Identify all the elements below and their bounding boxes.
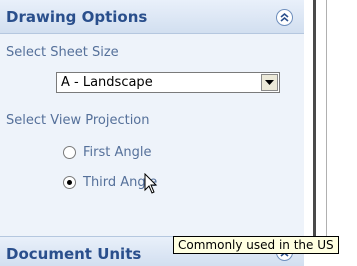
dropdown-icon[interactable] [261, 74, 278, 91]
units-panel-title: Document Units [6, 245, 142, 263]
sheet-size-select[interactable]: A - Landscape [56, 72, 280, 93]
panel-title: Drawing Options [6, 8, 148, 26]
view-projection-label: Select View Projection [6, 113, 150, 128]
arrow-pointer-icon [144, 173, 158, 194]
radio-selected-dot [67, 180, 72, 185]
third-angle-radio[interactable] [63, 176, 76, 189]
first-angle-radio[interactable] [63, 146, 76, 159]
sheet-size-value: A - Landscape [61, 75, 153, 90]
sheet-size-label: Select Sheet Size [6, 45, 119, 60]
canvas-border [326, 0, 327, 252]
panel-body [0, 34, 304, 236]
splitter-bar[interactable] [313, 0, 316, 252]
first-angle-label[interactable]: First Angle [83, 145, 152, 160]
collapse-icon[interactable] [276, 9, 293, 26]
tooltip: Commonly used in the US [173, 236, 339, 254]
drawing-options-header[interactable]: Drawing Options [0, 0, 304, 34]
drawing-options-panel: Drawing Options Select Sheet Size A - La… [0, 0, 304, 266]
